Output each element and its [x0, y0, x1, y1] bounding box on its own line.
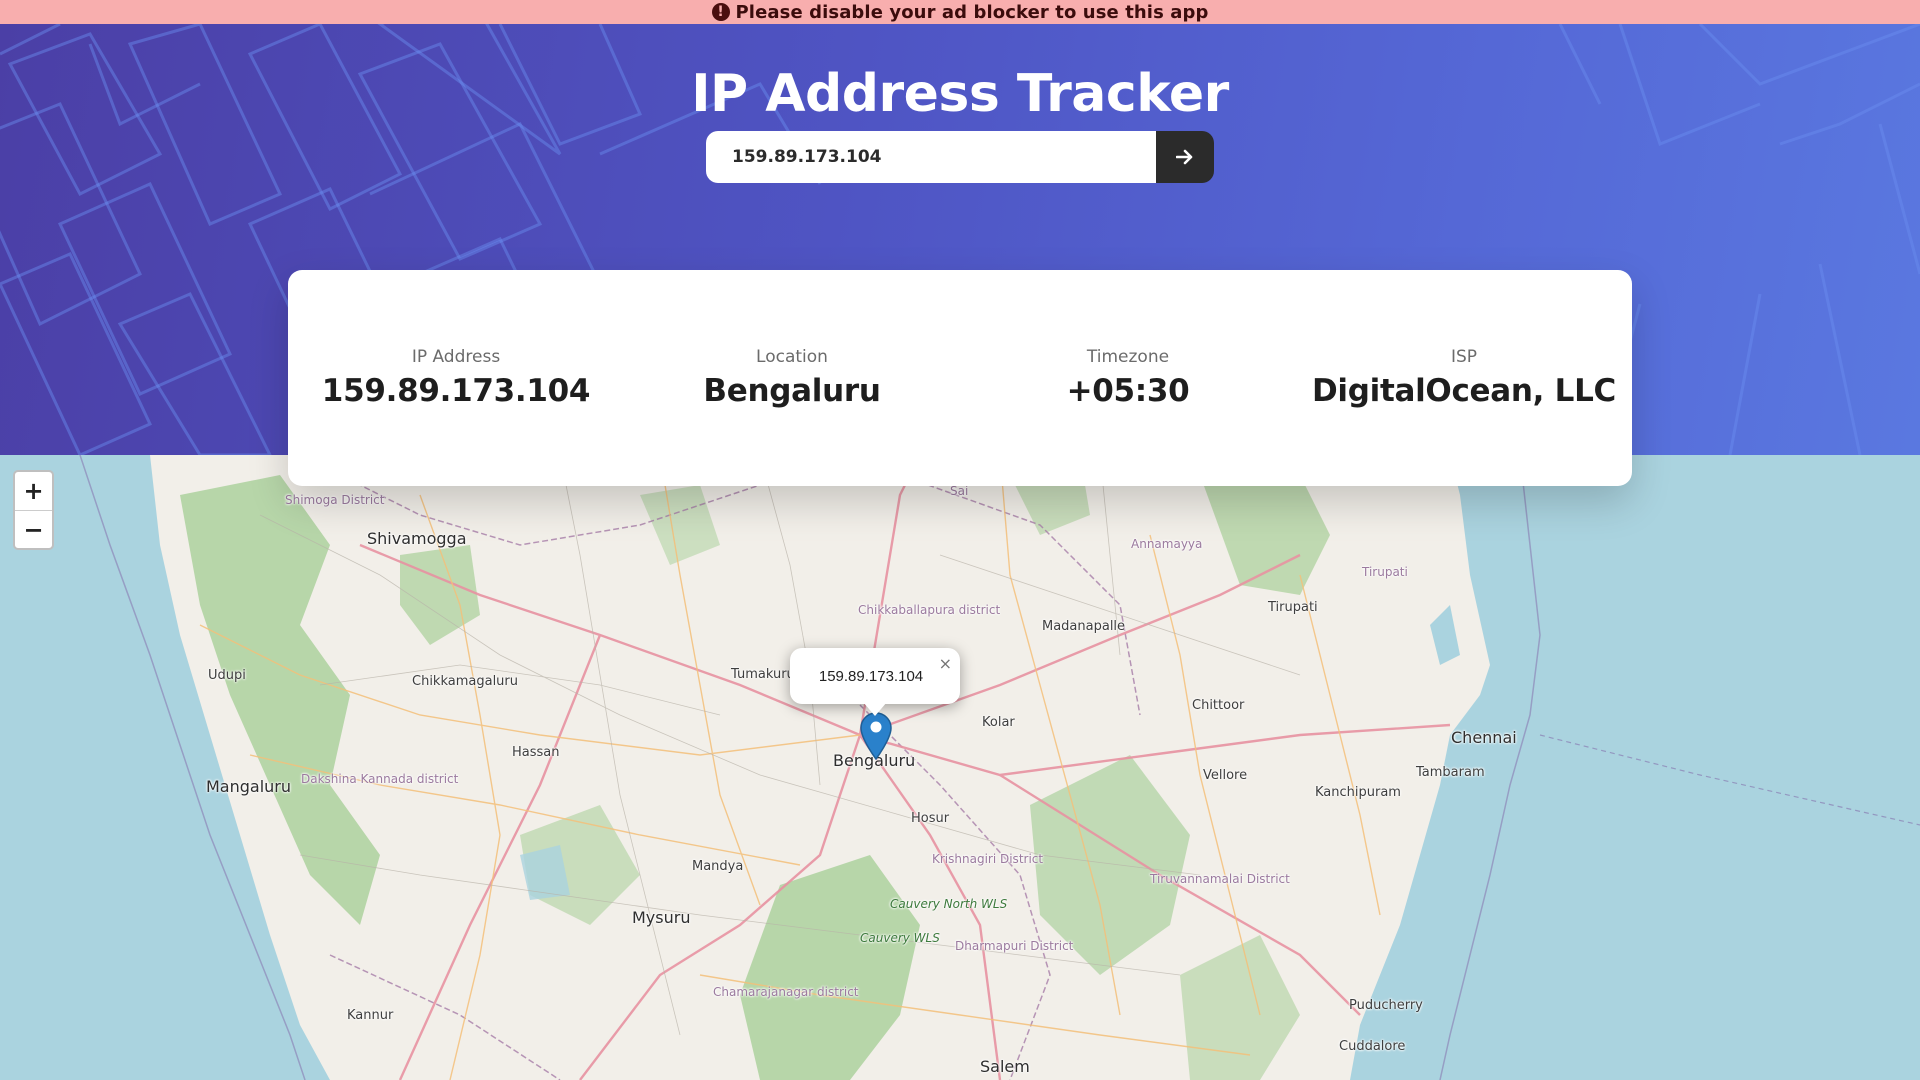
map-label-udupi: Udupi — [208, 668, 246, 683]
search-submit-button[interactable] — [1156, 131, 1214, 183]
map-label-mysuru: Mysuru — [632, 908, 691, 927]
arrow-right-icon — [1176, 149, 1193, 165]
ip-search-form — [706, 131, 1214, 183]
map-label-krishnagiri: Krishnagiri District — [932, 852, 1044, 866]
map-label-mangaluru: Mangaluru — [206, 777, 292, 796]
map-label-hosur: Hosur — [911, 811, 950, 826]
map-label-cuddalore: Cuddalore — [1339, 1039, 1406, 1054]
page-title: IP Address Tracker — [691, 64, 1229, 124]
map-label-tirupati: Tirupati — [1268, 600, 1318, 615]
timezone-label: Timezone — [1086, 347, 1170, 367]
location-value: Bengaluru — [703, 373, 881, 409]
map-label-tiruvannamalai: Tiruvannamalai District — [1150, 872, 1290, 886]
map-label-shivamogga: Shivamogga — [367, 529, 467, 548]
ip-address-value: 159.89.173.104 — [321, 373, 591, 409]
map-zoom-control: + − — [13, 470, 54, 550]
ip-search-input[interactable] — [706, 131, 1156, 183]
map-label-puducherry: Puducherry — [1349, 998, 1423, 1013]
map-marker-icon[interactable] — [860, 712, 892, 760]
map-label-dakshina-kannada: Dakshina Kannada district — [301, 773, 458, 786]
zoom-in-button[interactable]: + — [15, 472, 52, 510]
map-tiles — [79, 455, 1920, 1080]
map-label-kanchipuram: Kanchipuram — [1315, 785, 1401, 800]
exclamation-circle-icon: ! — [711, 3, 730, 21]
map-label-shimoga-district: Shimoga District — [285, 493, 385, 507]
map-label-tirupati-district: Tirupati — [1362, 565, 1408, 579]
map-label-tambaram: Tambaram — [1416, 765, 1485, 780]
map-label-mandya: Mandya — [692, 859, 744, 874]
timezone-value: +05:30 — [1066, 373, 1190, 409]
map-label-chennai: Chennai — [1451, 728, 1517, 747]
isp-label: ISP — [1450, 347, 1478, 367]
map-label-kannur: Kannur — [347, 1008, 394, 1023]
map-label-chikkaballapura: Chikkaballapura district — [858, 603, 1001, 617]
map-popup: 159.89.173.104 × — [790, 648, 960, 704]
map-label-chikkamagaluru: Chikkamagaluru — [412, 674, 519, 689]
map-label-cauvery-wls: Cauvery WLS — [860, 931, 940, 945]
map-label-chittoor: Chittoor — [1192, 698, 1245, 713]
page: ! Please disable your ad blocker to use … — [0, 0, 1920, 1080]
map-label-vellore: Vellore — [1203, 768, 1248, 783]
banner-text: Please disable your ad blocker to use th… — [735, 1, 1209, 23]
timezone-block: Timezone +05:30 — [960, 347, 1296, 409]
map-label-dharmapuri: Dharmapuri District — [955, 939, 1074, 953]
map[interactable]: Shimoga District Shivamogga Udupi Chikka… — [0, 455, 1920, 1080]
location-label: Location — [756, 347, 828, 367]
ip-info-card: IP Address 159.89.173.104 Location Benga… — [288, 270, 1632, 486]
map-label-tumakuru: Tumakuru — [731, 667, 795, 682]
map-label-sai: Sai — [950, 484, 969, 498]
map-label-salem: Salem — [980, 1057, 1030, 1076]
popup-tip — [863, 702, 887, 716]
location-block: Location Bengaluru — [624, 347, 960, 409]
map-label-chamarajanagar: Chamarajanagar district — [713, 985, 859, 999]
map-label-kolar: Kolar — [982, 715, 1015, 730]
zoom-out-button[interactable]: − — [15, 510, 52, 548]
isp-block: ISP DigitalOcean, LLC — [1296, 347, 1632, 409]
map-label-annamayya: Annamayya — [1131, 537, 1203, 551]
popup-ip-text: 159.89.173.104 — [818, 668, 924, 685]
map-label-madanapalle: Madanapalle — [1042, 619, 1126, 634]
ip-address-label: IP Address — [411, 347, 501, 367]
adblock-warning-banner: ! Please disable your ad blocker to use … — [0, 0, 1920, 24]
ip-address-block: IP Address 159.89.173.104 — [288, 347, 624, 409]
isp-value: DigitalOcean, LLC — [1311, 373, 1616, 409]
popup-close-button[interactable]: × — [939, 654, 952, 673]
map-label-hassan: Hassan — [512, 745, 560, 760]
map-label-cauvery-north: Cauvery North WLS — [890, 897, 1008, 911]
